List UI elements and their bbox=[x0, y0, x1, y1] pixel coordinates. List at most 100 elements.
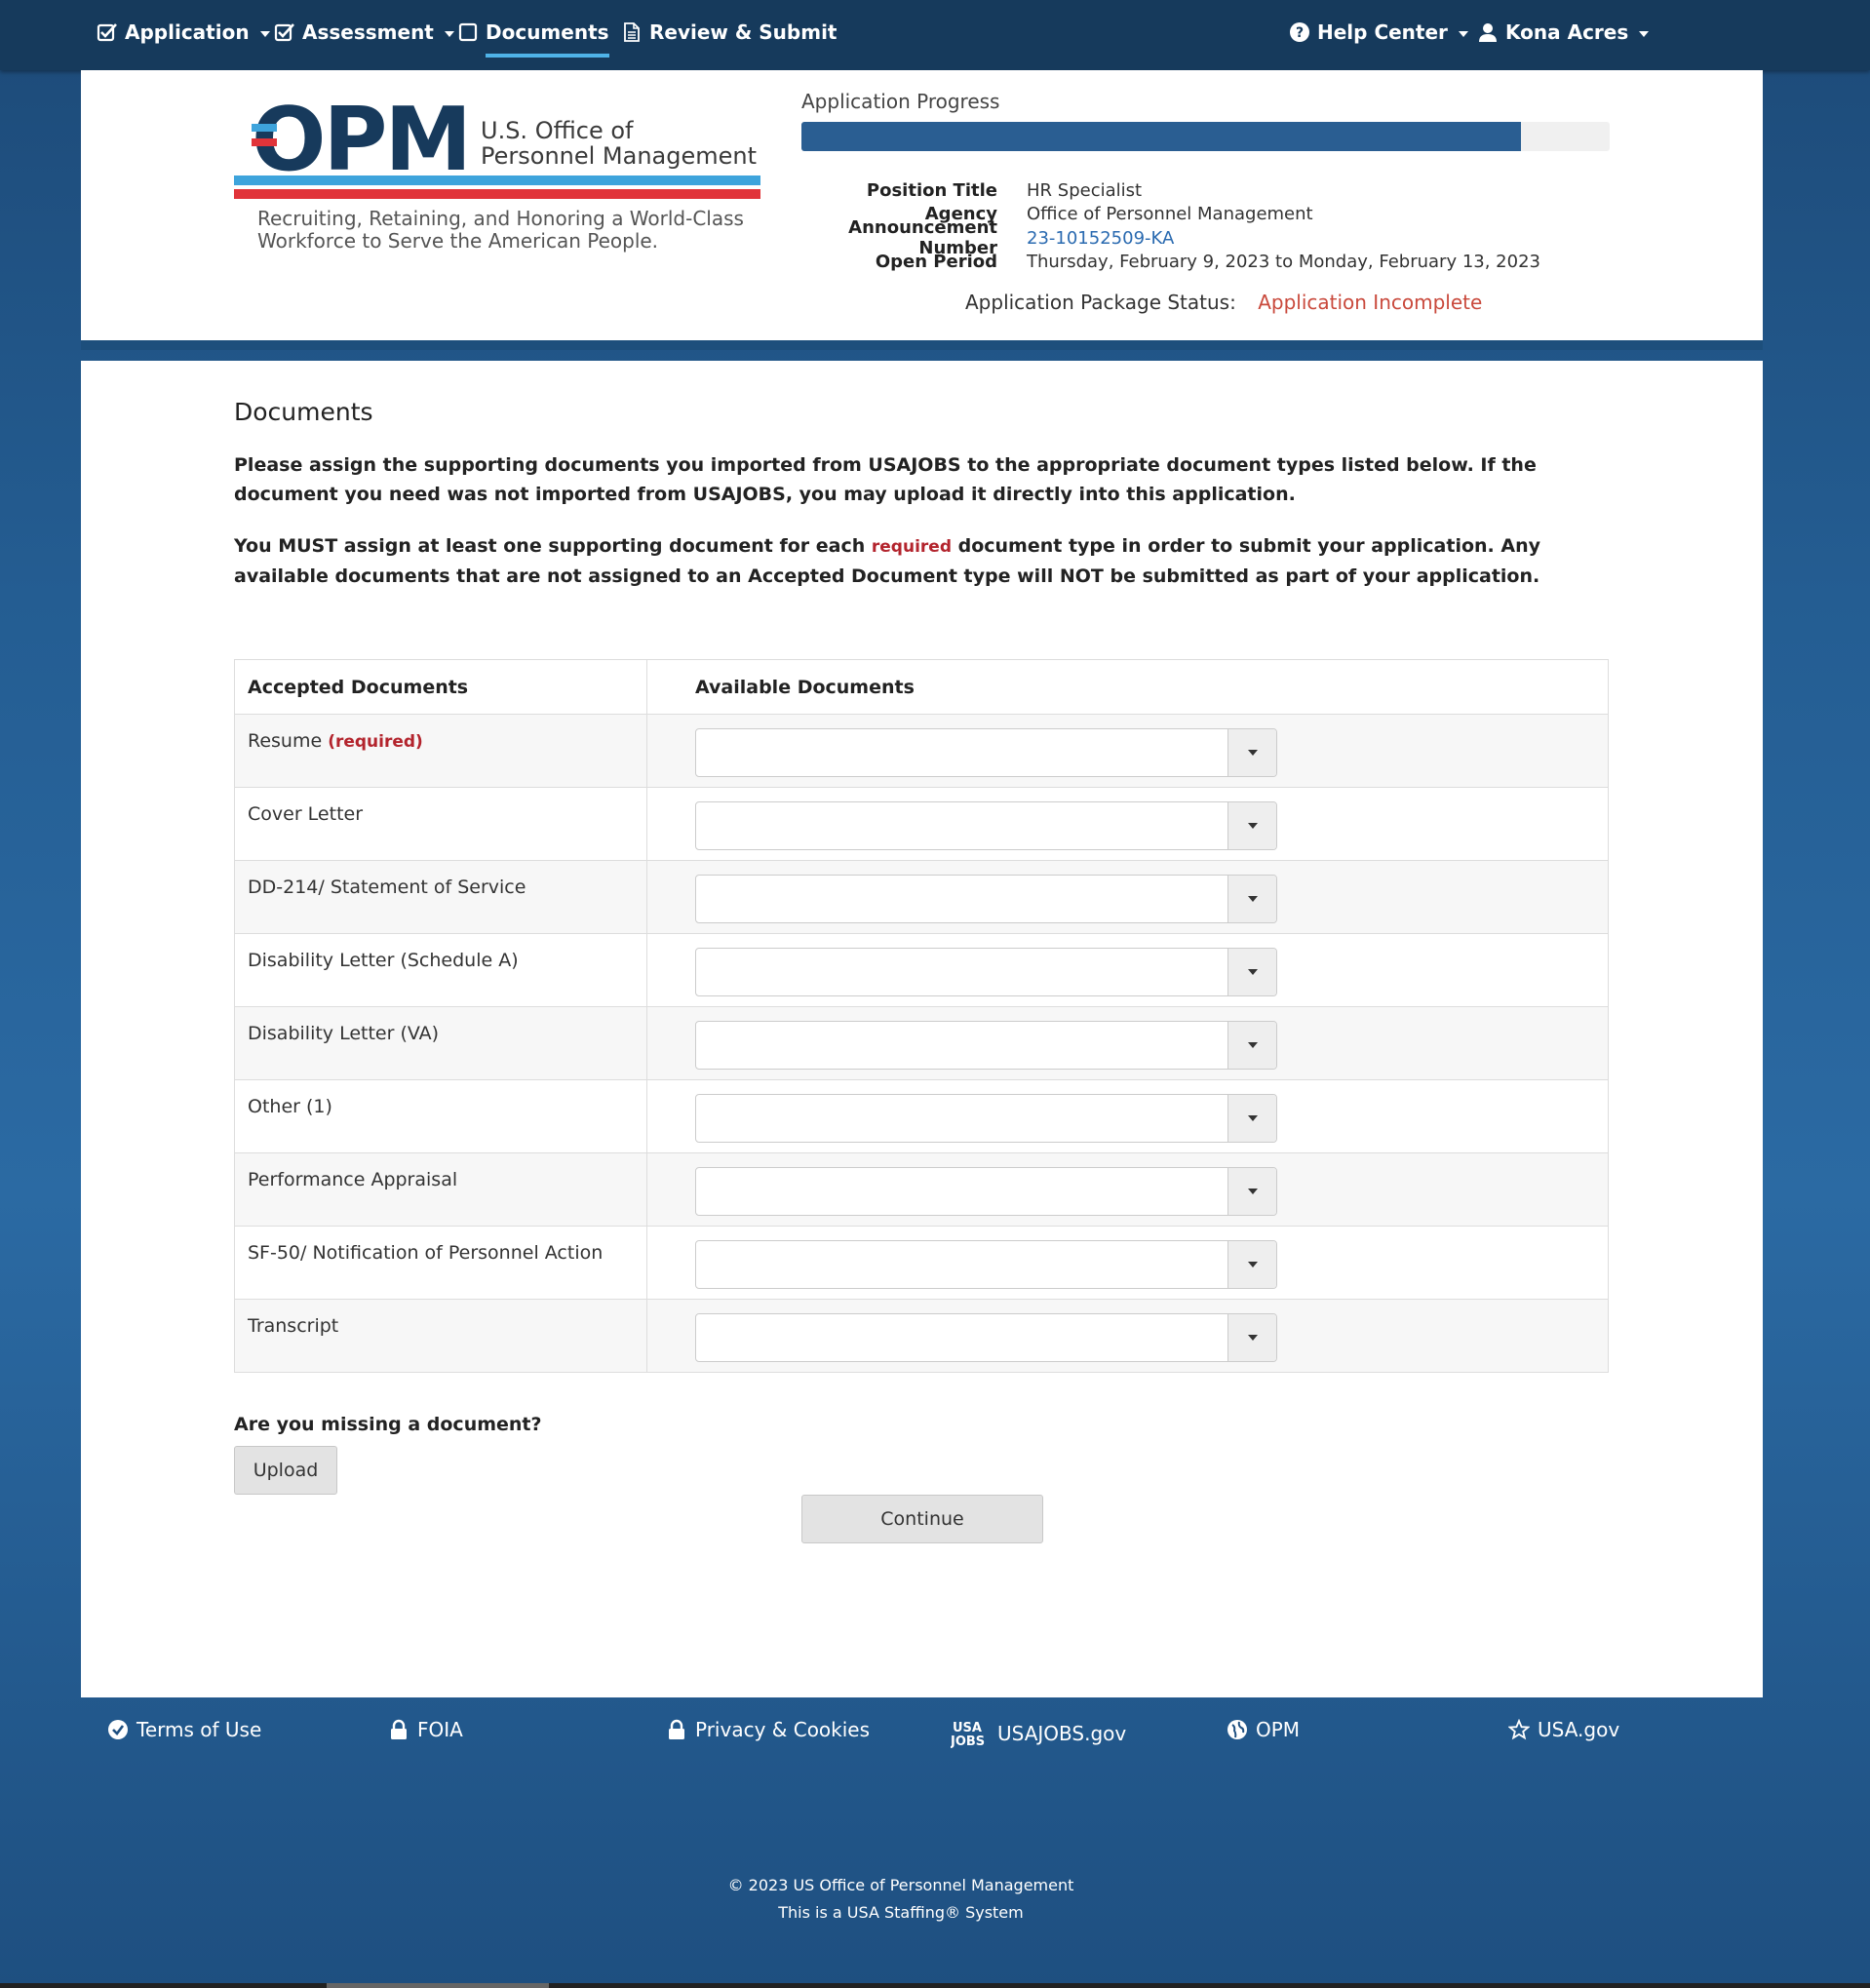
document-select[interactable] bbox=[695, 728, 1277, 777]
table-row: Other (1) bbox=[234, 1079, 1609, 1153]
footer-terms-link[interactable]: Terms of Use bbox=[107, 1718, 261, 1741]
job-info: Position Title HR Specialist Agency Offi… bbox=[799, 178, 1677, 274]
dropdown-toggle[interactable] bbox=[1227, 1168, 1276, 1215]
window-bottom-bar bbox=[0, 1983, 1870, 1988]
document-select[interactable] bbox=[695, 948, 1277, 996]
caret-down-icon bbox=[1639, 30, 1650, 37]
caret-down-icon bbox=[1458, 30, 1468, 37]
nav-assessment-menu[interactable]: Assessment bbox=[274, 0, 454, 64]
svg-text:Personnel Management: Personnel Management bbox=[481, 142, 757, 170]
caret-down-icon bbox=[1247, 1042, 1258, 1048]
document-select[interactable] bbox=[695, 875, 1277, 923]
nav-user-menu[interactable]: Kona Acres bbox=[1477, 0, 1650, 64]
caret-down-icon bbox=[259, 30, 270, 37]
agency-value: Office of Personnel Management bbox=[1027, 204, 1313, 225]
progress-label: Application Progress bbox=[801, 90, 1000, 113]
caret-down-icon bbox=[1247, 1189, 1258, 1194]
required-tag: (required) bbox=[328, 732, 423, 752]
table-row: Resume (required) bbox=[234, 714, 1609, 788]
dropdown-toggle[interactable] bbox=[1227, 729, 1276, 776]
document-type-cell: Performance Appraisal bbox=[234, 1152, 647, 1227]
document-select[interactable] bbox=[695, 1094, 1277, 1143]
intro-required-word: required bbox=[871, 537, 952, 557]
intro-text-start: You MUST assign at least one supporting … bbox=[234, 535, 872, 557]
nav-user-label: Kona Acres bbox=[1505, 20, 1629, 44]
document-type-label: Disability Letter (Schedule A) bbox=[248, 950, 519, 971]
document-select[interactable] bbox=[695, 1167, 1277, 1216]
caret-down-icon bbox=[1247, 823, 1258, 829]
document-type-cell: Resume (required) bbox=[234, 714, 647, 788]
svg-text:Workforce to Serve the America: Workforce to Serve the American People. bbox=[257, 229, 658, 253]
available-document-cell bbox=[646, 1226, 1609, 1300]
footer-usajobs-link[interactable]: USA JOBS USAJOBS.gov bbox=[951, 1718, 1126, 1749]
open-period-value: Thursday, February 9, 2023 to Monday, Fe… bbox=[1027, 252, 1540, 273]
usajobs-logo-icon: USA JOBS bbox=[951, 1721, 985, 1749]
footer-privacy-link[interactable]: Privacy & Cookies bbox=[666, 1718, 870, 1741]
table-row: Disability Letter (VA) bbox=[234, 1006, 1609, 1080]
nav-help-center-menu[interactable]: ? Help Center bbox=[1289, 0, 1468, 64]
footer-foia-link[interactable]: FOIA bbox=[388, 1718, 463, 1741]
caret-down-icon bbox=[444, 30, 454, 37]
info-row-open-period: Open Period Thursday, February 9, 2023 t… bbox=[799, 251, 1677, 275]
info-row-announcement: Announcement Number 23-10152509-KA bbox=[799, 217, 1677, 258]
document-type-label: Performance Appraisal bbox=[248, 1169, 458, 1190]
document-type-cell: SF-50/ Notification of Personnel Action bbox=[234, 1226, 647, 1300]
package-status-value: Application Incomplete bbox=[1258, 291, 1483, 314]
table-row: SF-50/ Notification of Personnel Action bbox=[234, 1226, 1609, 1300]
package-status-label: Application Package Status: bbox=[965, 291, 1236, 314]
document-select-value bbox=[696, 1241, 1227, 1288]
intro-paragraph-2: You MUST assign at least one supporting … bbox=[234, 531, 1599, 591]
available-document-cell bbox=[646, 1299, 1609, 1373]
document-select[interactable] bbox=[695, 801, 1277, 850]
footer-privacy-label: Privacy & Cookies bbox=[695, 1718, 871, 1741]
upload-button[interactable]: Upload bbox=[234, 1446, 337, 1495]
caret-down-icon bbox=[1247, 969, 1258, 975]
document-type-cell: Disability Letter (Schedule A) bbox=[234, 933, 647, 1007]
nav-assessment-label: Assessment bbox=[302, 20, 434, 44]
table-row: Cover Letter bbox=[234, 787, 1609, 861]
document-type-label: Resume bbox=[248, 730, 323, 752]
dropdown-toggle[interactable] bbox=[1227, 876, 1276, 922]
footer-opm-link[interactable]: OPM bbox=[1227, 1718, 1300, 1741]
document-type-label: Other (1) bbox=[248, 1096, 332, 1117]
footer-terms-label: Terms of Use bbox=[136, 1718, 262, 1741]
nav-review-submit-tab[interactable]: Review & Submit bbox=[621, 0, 837, 64]
check-circle-icon bbox=[108, 1720, 128, 1739]
opm-logo-graphic: OPM U.S. Office of Personnel Management … bbox=[234, 89, 760, 253]
dropdown-toggle[interactable] bbox=[1227, 1314, 1276, 1361]
document-select-value bbox=[696, 802, 1227, 849]
nav-documents-tab[interactable]: Documents bbox=[457, 0, 609, 64]
dropdown-toggle[interactable] bbox=[1227, 802, 1276, 849]
missing-document-prompt: Are you missing a document? bbox=[234, 1414, 542, 1435]
top-navigation: Application Assessment Documents Review … bbox=[0, 0, 1870, 70]
document-type-cell: Transcript bbox=[234, 1299, 647, 1373]
continue-button[interactable]: Continue bbox=[801, 1495, 1043, 1543]
nav-application-menu[interactable]: Application bbox=[97, 0, 270, 64]
position-title-value: HR Specialist bbox=[1027, 179, 1143, 201]
document-type-label: Cover Letter bbox=[248, 803, 364, 825]
available-document-cell bbox=[646, 1079, 1609, 1153]
table-row: DD-214/ Statement of Service bbox=[234, 860, 1609, 934]
svg-text:JOBS: JOBS bbox=[951, 1735, 985, 1749]
column-header-available: Available Documents bbox=[646, 659, 1609, 715]
dropdown-toggle[interactable] bbox=[1227, 1022, 1276, 1069]
position-title-label: Position Title bbox=[866, 179, 997, 201]
footer-opm-label: OPM bbox=[1256, 1718, 1301, 1741]
dropdown-toggle[interactable] bbox=[1227, 1095, 1276, 1142]
dropdown-toggle[interactable] bbox=[1227, 949, 1276, 995]
dropdown-toggle[interactable] bbox=[1227, 1241, 1276, 1288]
table-header-row: Accepted Documents Available Documents bbox=[234, 659, 1609, 715]
document-select[interactable] bbox=[695, 1240, 1277, 1289]
lock-icon bbox=[669, 1719, 684, 1739]
document-type-cell: Cover Letter bbox=[234, 787, 647, 861]
document-icon bbox=[624, 22, 640, 42]
announcement-link[interactable]: 23-10152509-KA bbox=[1027, 228, 1174, 249]
intro-paragraph-1: Please assign the supporting documents y… bbox=[234, 454, 1537, 505]
footer-system-note: This is a USA Staffing® System bbox=[778, 1903, 1024, 1922]
svg-text:Recruiting, Retaining, and Hon: Recruiting, Retaining, and Honoring a Wo… bbox=[257, 207, 744, 230]
footer-usagov-link[interactable]: USA.gov bbox=[1508, 1718, 1619, 1741]
documents-table: Accepted Documents Available Documents R… bbox=[234, 659, 1609, 1373]
lock-icon bbox=[391, 1719, 407, 1739]
document-select[interactable] bbox=[695, 1021, 1277, 1070]
document-select[interactable] bbox=[695, 1313, 1277, 1362]
